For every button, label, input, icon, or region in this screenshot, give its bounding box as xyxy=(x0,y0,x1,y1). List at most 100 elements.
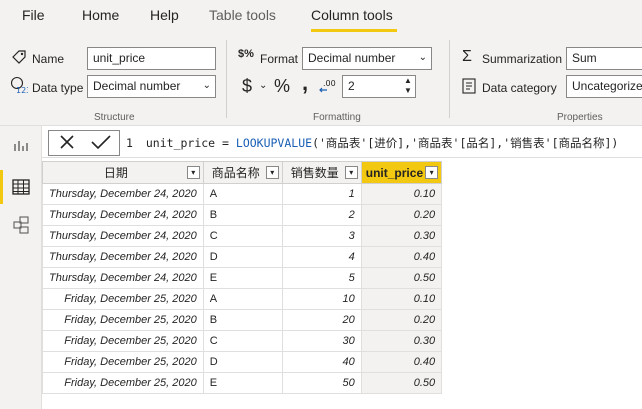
name-label: Name xyxy=(32,52,65,66)
table-row: Friday, December 25, 2020 A 10 0.10 xyxy=(42,288,443,310)
table-row: Thursday, December 24, 2020 B 2 0.20 xyxy=(42,204,443,226)
decrease-decimal-icon[interactable]: .00 xyxy=(317,77,337,98)
quantity-cell: 5 xyxy=(281,267,362,289)
date-cell: Thursday, December 24, 2020 xyxy=(42,183,204,205)
product-cell: C xyxy=(202,225,283,247)
quantity-cell: 50 xyxy=(281,372,362,394)
table-row: Thursday, December 24, 2020 A 1 0.10 xyxy=(42,183,443,205)
chevron-down-icon: ⌄ xyxy=(202,80,211,91)
column-header-product[interactable]: 商品名称 ▾ xyxy=(202,161,283,184)
formula-bar: 1 unit_price = LOOKUPVALUE('商品表'[进价],'商品… xyxy=(42,126,642,158)
bar-chart-icon xyxy=(14,141,28,151)
table-row: Friday, December 25, 2020 E 50 0.50 xyxy=(42,372,443,394)
column-header-quantity[interactable]: 销售数量 ▾ xyxy=(281,161,362,184)
quantity-cell: 10 xyxy=(281,288,362,310)
data-category-icon xyxy=(462,78,476,97)
column-header-unit-price[interactable]: unit_price ▾ xyxy=(360,161,443,184)
table-row: Friday, December 25, 2020 D 40 0.40 xyxy=(42,351,443,373)
percent-button[interactable]: % xyxy=(274,76,290,97)
unit-price-cell: 0.30 xyxy=(360,225,443,247)
group-divider xyxy=(449,40,450,118)
group-divider xyxy=(226,40,227,118)
date-cell: Friday, December 25, 2020 xyxy=(42,372,204,394)
summarization-icon: Σ xyxy=(462,48,472,65)
currency-button[interactable]: $ xyxy=(242,76,252,97)
quantity-cell: 2 xyxy=(281,204,362,226)
unit-price-cell: 0.20 xyxy=(360,204,443,226)
unit-price-cell: 0.50 xyxy=(360,372,443,394)
data-category-label: Data category xyxy=(482,81,557,95)
data-category-select[interactable]: Uncategorized xyxy=(566,75,642,98)
unit-price-cell: 0.40 xyxy=(360,246,443,268)
line-number: 1 xyxy=(126,136,133,150)
dax-expression[interactable]: 1 unit_price = LOOKUPVALUE('商品表'[进价],'商品… xyxy=(126,135,618,151)
quantity-cell: 3 xyxy=(281,225,362,247)
quantity-cell: 40 xyxy=(281,351,362,373)
summarization-label: Summarization xyxy=(482,52,563,66)
unit-price-cell: 0.10 xyxy=(360,288,443,310)
chevron-down-icon[interactable]: ⌄ xyxy=(259,80,267,91)
expression-function: LOOKUPVALUE xyxy=(235,136,313,150)
format-select[interactable]: Decimal number ⌄ xyxy=(302,47,432,70)
product-cell: B xyxy=(202,309,283,331)
table-row: Thursday, December 24, 2020 E 5 0.50 xyxy=(42,267,443,289)
decimal-stepper[interactable]: ▲ ▼ xyxy=(404,76,412,96)
table-row: Friday, December 25, 2020 B 20 0.20 xyxy=(42,309,443,331)
model-view-button[interactable] xyxy=(0,208,42,242)
active-tab-indicator xyxy=(311,29,397,32)
unit-price-cell: 0.20 xyxy=(360,309,443,331)
model-icon xyxy=(13,216,29,234)
menu-file[interactable]: File xyxy=(22,7,45,23)
formula-actions xyxy=(48,130,120,156)
data-type-select[interactable]: Decimal number ⌄ xyxy=(87,75,216,98)
date-cell: Friday, December 25, 2020 xyxy=(42,330,204,352)
menu-bar: File Home Help Table tools Column tools xyxy=(0,0,642,34)
expression-args: ('商品表'[进价],'商品表'[品名],'销售表'[商品名称]) xyxy=(312,136,619,150)
unit-price-cell: 0.40 xyxy=(360,351,443,373)
chevron-down-icon: ⌄ xyxy=(418,52,427,63)
menu-column-tools[interactable]: Column tools xyxy=(311,7,393,23)
properties-group-label: Properties xyxy=(557,112,603,123)
table-row: Thursday, December 24, 2020 D 4 0.40 xyxy=(42,246,443,268)
menu-home[interactable]: Home xyxy=(82,7,119,23)
quantity-cell: 30 xyxy=(281,330,362,352)
svg-text:123: 123 xyxy=(16,86,28,94)
product-cell: A xyxy=(202,183,283,205)
table-row: Friday, December 25, 2020 C 30 0.30 xyxy=(42,330,443,352)
filter-dropdown-icon[interactable]: ▾ xyxy=(186,166,200,179)
menu-table-tools[interactable]: Table tools xyxy=(209,7,276,23)
quantity-cell: 1 xyxy=(281,183,362,205)
table-row: Thursday, December 24, 2020 C 3 0.30 xyxy=(42,225,443,247)
unit-price-cell: 0.10 xyxy=(360,183,443,205)
product-cell: E xyxy=(202,267,283,289)
ribbon: Name unit_price 123 Data type Decimal nu… xyxy=(0,34,642,126)
product-cell: E xyxy=(202,372,283,394)
expression-lhs: unit_price = xyxy=(145,136,236,150)
commit-check-icon[interactable] xyxy=(90,133,112,154)
header-row: 日期 ▾ 商品名称 ▾ 销售数量 ▾ unit_price ▾ xyxy=(42,161,443,184)
summarization-select[interactable]: Sum xyxy=(566,47,642,70)
data-grid: 日期 ▾ 商品名称 ▾ 销售数量 ▾ unit_price ▾ Thursday, De… xyxy=(42,161,443,394)
filter-dropdown-icon[interactable]: ▾ xyxy=(425,166,439,179)
comma-button[interactable]: , xyxy=(302,70,308,96)
name-field[interactable]: unit_price xyxy=(87,47,216,70)
column-header-date[interactable]: 日期 ▾ xyxy=(42,161,204,184)
product-cell: C xyxy=(202,330,283,352)
svg-text:.00: .00 xyxy=(323,79,336,88)
data-view-button[interactable] xyxy=(0,170,42,204)
data-type-value: Decimal number xyxy=(93,79,181,93)
data-type-icon: 123 xyxy=(10,76,31,97)
report-view-button[interactable] xyxy=(0,128,42,162)
filter-dropdown-icon[interactable]: ▾ xyxy=(344,166,358,179)
date-cell: Friday, December 25, 2020 xyxy=(42,288,204,310)
formatting-group-label: Formatting xyxy=(313,112,361,123)
date-cell: Thursday, December 24, 2020 xyxy=(42,267,204,289)
unit-price-cell: 0.30 xyxy=(360,330,443,352)
filter-dropdown-icon[interactable]: ▾ xyxy=(265,166,279,179)
date-cell: Thursday, December 24, 2020 xyxy=(42,246,204,268)
menu-help[interactable]: Help xyxy=(150,7,179,23)
unit-price-cell: 0.50 xyxy=(360,267,443,289)
format-icon: $% xyxy=(238,48,254,60)
cancel-icon[interactable] xyxy=(58,133,76,154)
quantity-cell: 20 xyxy=(281,309,362,331)
